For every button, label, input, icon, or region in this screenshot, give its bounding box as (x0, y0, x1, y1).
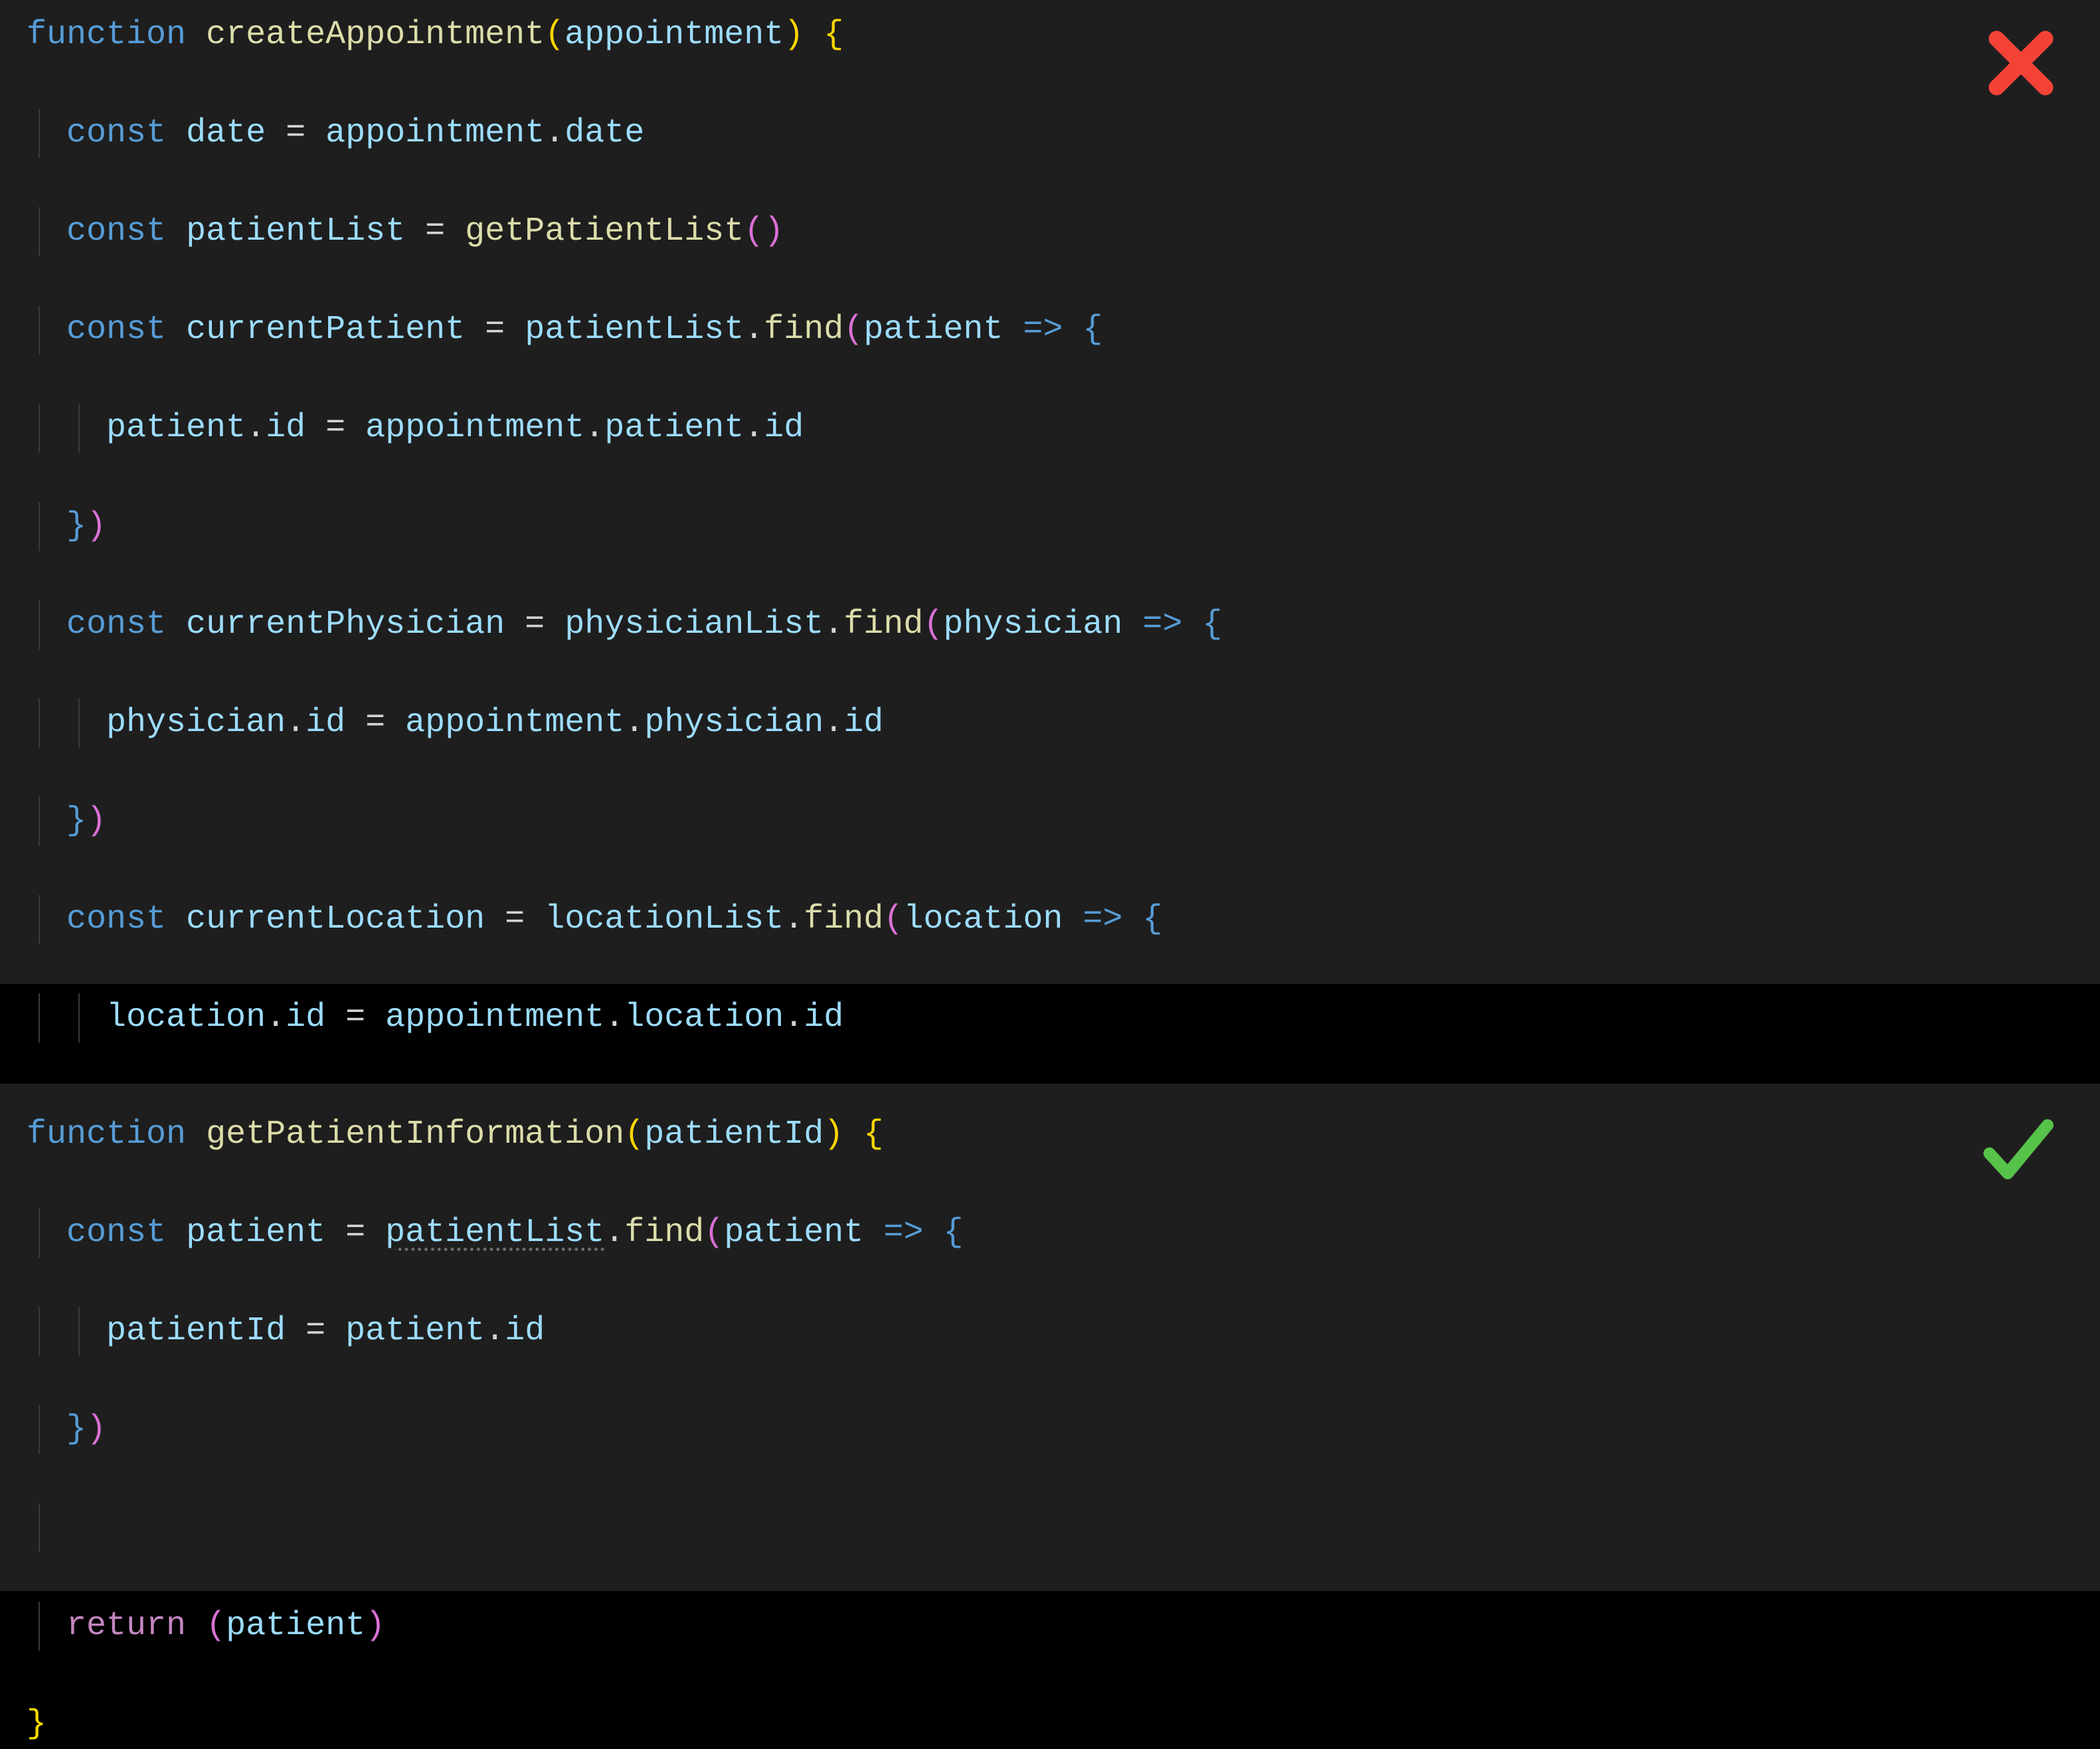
var-date: date (186, 114, 266, 152)
var-patient: patient (186, 1214, 325, 1252)
code-panel-good: function getPatientInformation(patientId… (0, 1084, 2100, 1591)
var-currentLocation: currentLocation (186, 900, 485, 938)
var-patientList: patientList (385, 1214, 604, 1252)
var-locationList: locationList (545, 900, 784, 938)
var-appointment: appointment (325, 114, 545, 152)
var-patientList: patientList (186, 212, 405, 250)
var-physicianList: physicianList (565, 606, 824, 643)
var-physician: physician (943, 606, 1122, 643)
keyword-return: return (66, 1607, 186, 1645)
code-panel-bad: function createAppointment(appointment) … (0, 0, 2100, 984)
var-patient: patient (863, 311, 1003, 349)
function-name: createAppointment (206, 16, 545, 54)
param-patientId: patientId (644, 1116, 824, 1153)
fn-find: find (764, 311, 843, 349)
var-location: location (903, 900, 1063, 938)
keyword-function: function (27, 1116, 186, 1153)
var-currentPhysician: currentPhysician (186, 606, 505, 643)
keyword-const: const (66, 114, 166, 152)
param-appointment: appointment (565, 16, 784, 54)
keyword-function: function (27, 16, 186, 54)
code-block-good: function getPatientInformation(patientId… (27, 1110, 2073, 1749)
fn-getPatientList: getPatientList (465, 212, 744, 250)
function-name: getPatientInformation (206, 1116, 624, 1153)
var-currentPatient: currentPatient (186, 311, 465, 349)
